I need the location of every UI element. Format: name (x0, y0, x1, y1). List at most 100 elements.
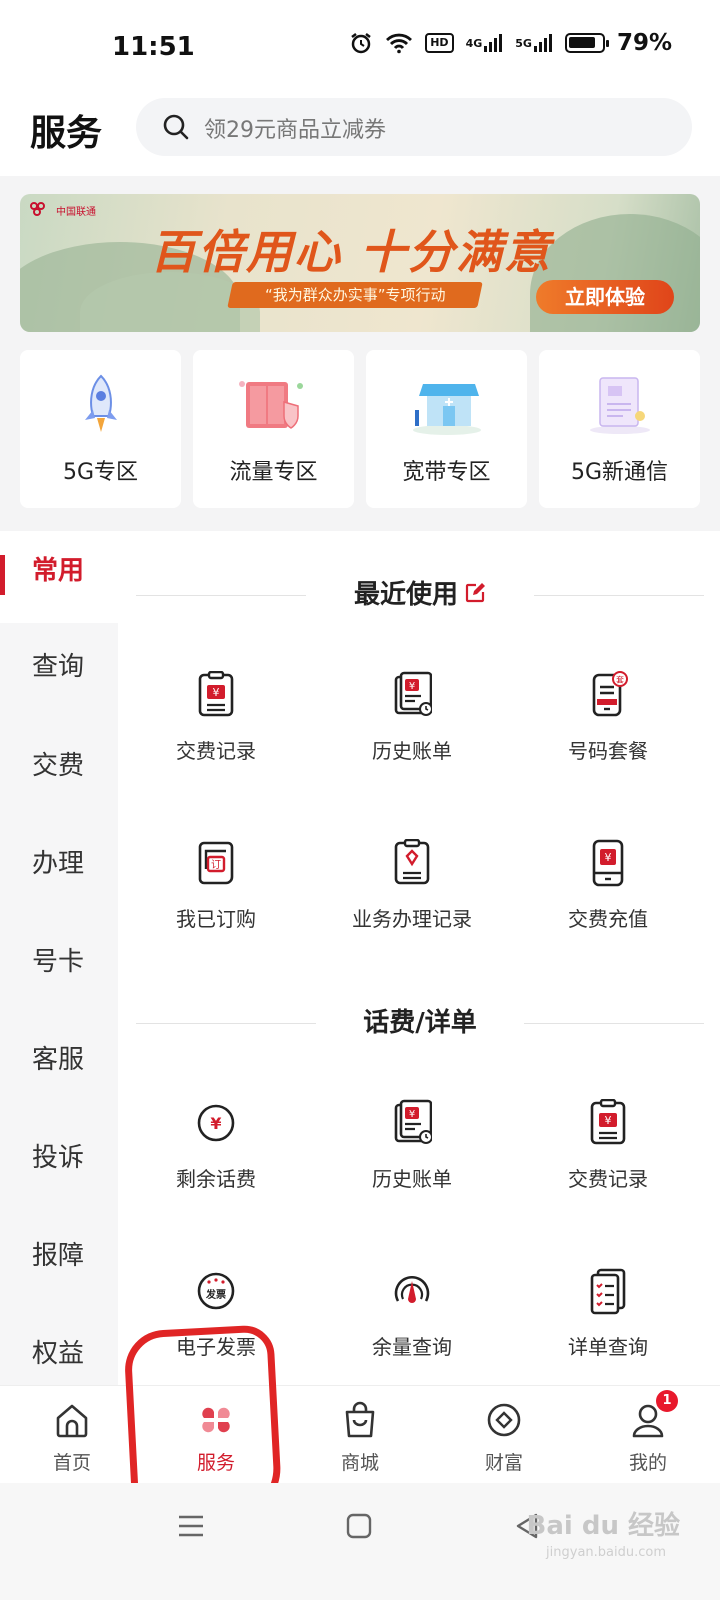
sidebar-item-handle[interactable]: 办理 (0, 834, 118, 894)
detail-list-icon (590, 1268, 626, 1315)
zone-5g[interactable]: 5G专区 (20, 350, 181, 508)
sidebar-item-benefits[interactable]: 权益 (0, 1324, 118, 1384)
service-label: 剩余话费 (176, 1167, 256, 1191)
menu-icon[interactable] (176, 1511, 206, 1541)
nav-wealth[interactable]: 财富 (432, 1386, 576, 1483)
nav-profile[interactable]: 1 我的 (576, 1386, 720, 1483)
section-title: 最近使用 (353, 580, 458, 610)
service-number-plan[interactable]: 套 号码套餐 (510, 671, 706, 781)
history-bill-icon: ¥ (394, 671, 432, 716)
status-bar: 11:51 HD 4G 5G 79% (0, 0, 720, 90)
zone-traffic[interactable]: 流量专区 (193, 350, 354, 508)
service-history-bill[interactable]: ¥ 历史账单 (314, 671, 510, 781)
wifi-icon (385, 32, 413, 54)
nav-label: 财富 (484, 1452, 523, 1474)
history-bill-icon: ¥ (394, 1099, 432, 1144)
service-history-bill-2[interactable]: ¥ 历史账单 (314, 1099, 510, 1209)
banner-title: 百倍用心 十分满意 (150, 225, 553, 279)
zone-new-messaging[interactable]: 5G新通信 (539, 350, 700, 508)
wealth-icon (487, 1403, 521, 1437)
bottom-nav: 首页 服务 商城 财富 1 我的 (0, 1385, 720, 1483)
svg-text:¥: ¥ (213, 686, 220, 699)
recharge-icon: ¥ (592, 839, 624, 887)
new-messaging-icon (589, 377, 650, 434)
sidebar-item-query[interactable]: 查询 (0, 637, 118, 697)
status-time: 11:51 (112, 32, 195, 62)
traffic-icon (238, 381, 303, 429)
service-label: 交费记录 (568, 1167, 648, 1191)
service-business-record[interactable]: 业务办理记录 (314, 839, 510, 949)
notification-badge: 1 (656, 1390, 678, 1412)
category-sidebar: 常用 查询 交费 办理 号卡 客服 投诉 报障 权益 (0, 531, 118, 1385)
service-payment-record-2[interactable]: ¥ 交费记录 (510, 1099, 706, 1209)
shop-bag-icon (345, 1401, 375, 1438)
sidebar-item-customer-service[interactable]: 客服 (0, 1030, 118, 1090)
rocket-icon (84, 374, 117, 432)
service-remaining[interactable]: 余量查询 (314, 1267, 510, 1377)
service-label: 业务办理记录 (352, 907, 472, 931)
section-title: 话费/详单 (363, 1008, 477, 1038)
page-title: 服务 (30, 113, 103, 154)
battery-percent: 79% (616, 30, 672, 56)
payment-record-icon: ¥ (590, 1099, 626, 1145)
signal-4g-icon: 4G (466, 33, 504, 53)
sidebar-item-payment[interactable]: 交费 (0, 736, 118, 796)
baidu-watermark: Bai du 经验 (526, 1511, 681, 1541)
zone-cards: 5G专区 流量专区 宽带专区 5G新通信 (20, 350, 700, 508)
service-label: 我已订购 (176, 907, 256, 931)
signal-5g-icon: 5G (515, 33, 553, 53)
svg-text:¥: ¥ (409, 681, 415, 692)
sidebar-item-fault-report[interactable]: 报障 (0, 1226, 118, 1286)
nav-label: 我的 (628, 1452, 667, 1474)
service-subscribed[interactable]: 订 我已订购 (118, 839, 314, 949)
service-label: 详单查询 (568, 1335, 648, 1359)
section-header-bill: 话费/详单 (136, 1003, 704, 1043)
zone-label: 流量专区 (229, 460, 318, 485)
service-label: 余量查询 (372, 1335, 452, 1359)
service-balance[interactable]: ¥ 剩余话费 (118, 1099, 314, 1209)
service-label: 交费记录 (176, 739, 256, 763)
banner-cta-button[interactable]: 立即体验 (536, 280, 674, 314)
service-label: 历史账单 (372, 739, 452, 763)
section-header-recent: 最近使用 (136, 575, 704, 615)
svg-text:发票: 发票 (205, 1288, 226, 1301)
zone-broadband[interactable]: 宽带专区 (366, 350, 527, 508)
balance-icon: ¥ (197, 1104, 235, 1142)
nav-label: 商城 (340, 1452, 379, 1474)
header: 服务 领29元商品立减券 (0, 90, 720, 174)
nav-label: 首页 (52, 1452, 91, 1474)
search-icon (162, 113, 190, 145)
home-square-icon[interactable] (346, 1511, 372, 1541)
sidebar-item-sim-card[interactable]: 号卡 (0, 932, 118, 992)
service-label: 号码套餐 (568, 739, 648, 763)
banner-ribbon: “我为群众办实事”专项行动 (227, 282, 483, 308)
service-recharge[interactable]: ¥ 交费充值 (510, 839, 706, 949)
business-record-icon (394, 839, 430, 885)
subscribed-icon: 订 (198, 841, 234, 885)
service-payment-record[interactable]: ¥ 交费记录 (118, 671, 314, 781)
number-plan-icon: 套 (592, 671, 628, 717)
search-input[interactable]: 领29元商品立减券 (136, 98, 692, 156)
service-detail-list[interactable]: 详单查询 (510, 1267, 706, 1377)
nav-home[interactable]: 首页 (0, 1386, 144, 1483)
service-list: 最近使用 ¥ 交费记录 ¥ 历史账单 套 号码套餐 订 我已订购 业务办理记录 … (118, 531, 720, 1385)
zone-label: 宽带专区 (402, 460, 491, 485)
nav-shop[interactable]: 商城 (288, 1386, 432, 1483)
unicom-logo: 中国联通 (30, 202, 96, 218)
search-placeholder: 领29元商品立减券 (204, 118, 386, 143)
svg-text:¥: ¥ (409, 1109, 415, 1120)
top-area: 中国联通 百倍用心 十分满意 “我为群众办实事”专项行动 立即体验 5G专区 流 (0, 176, 720, 531)
promo-banner[interactable]: 中国联通 百倍用心 十分满意 “我为群众办实事”专项行动 立即体验 (20, 194, 700, 332)
zone-label: 5G专区 (62, 460, 139, 485)
sidebar-item-complaint[interactable]: 投诉 (0, 1128, 118, 1188)
zone-label: 5G新通信 (570, 460, 669, 485)
battery-icon (564, 33, 609, 53)
invoice-icon: 发票 (197, 1272, 235, 1310)
watermark-url: jingyan.baidu.com (546, 1545, 666, 1560)
sidebar-item-common[interactable]: 常用 (0, 541, 118, 601)
svg-text:套: 套 (616, 675, 624, 685)
edit-icon[interactable] (464, 576, 486, 616)
home-icon (56, 1404, 88, 1438)
svg-text:订: 订 (211, 859, 221, 871)
status-icons: HD 4G 5G 79% (349, 30, 672, 56)
